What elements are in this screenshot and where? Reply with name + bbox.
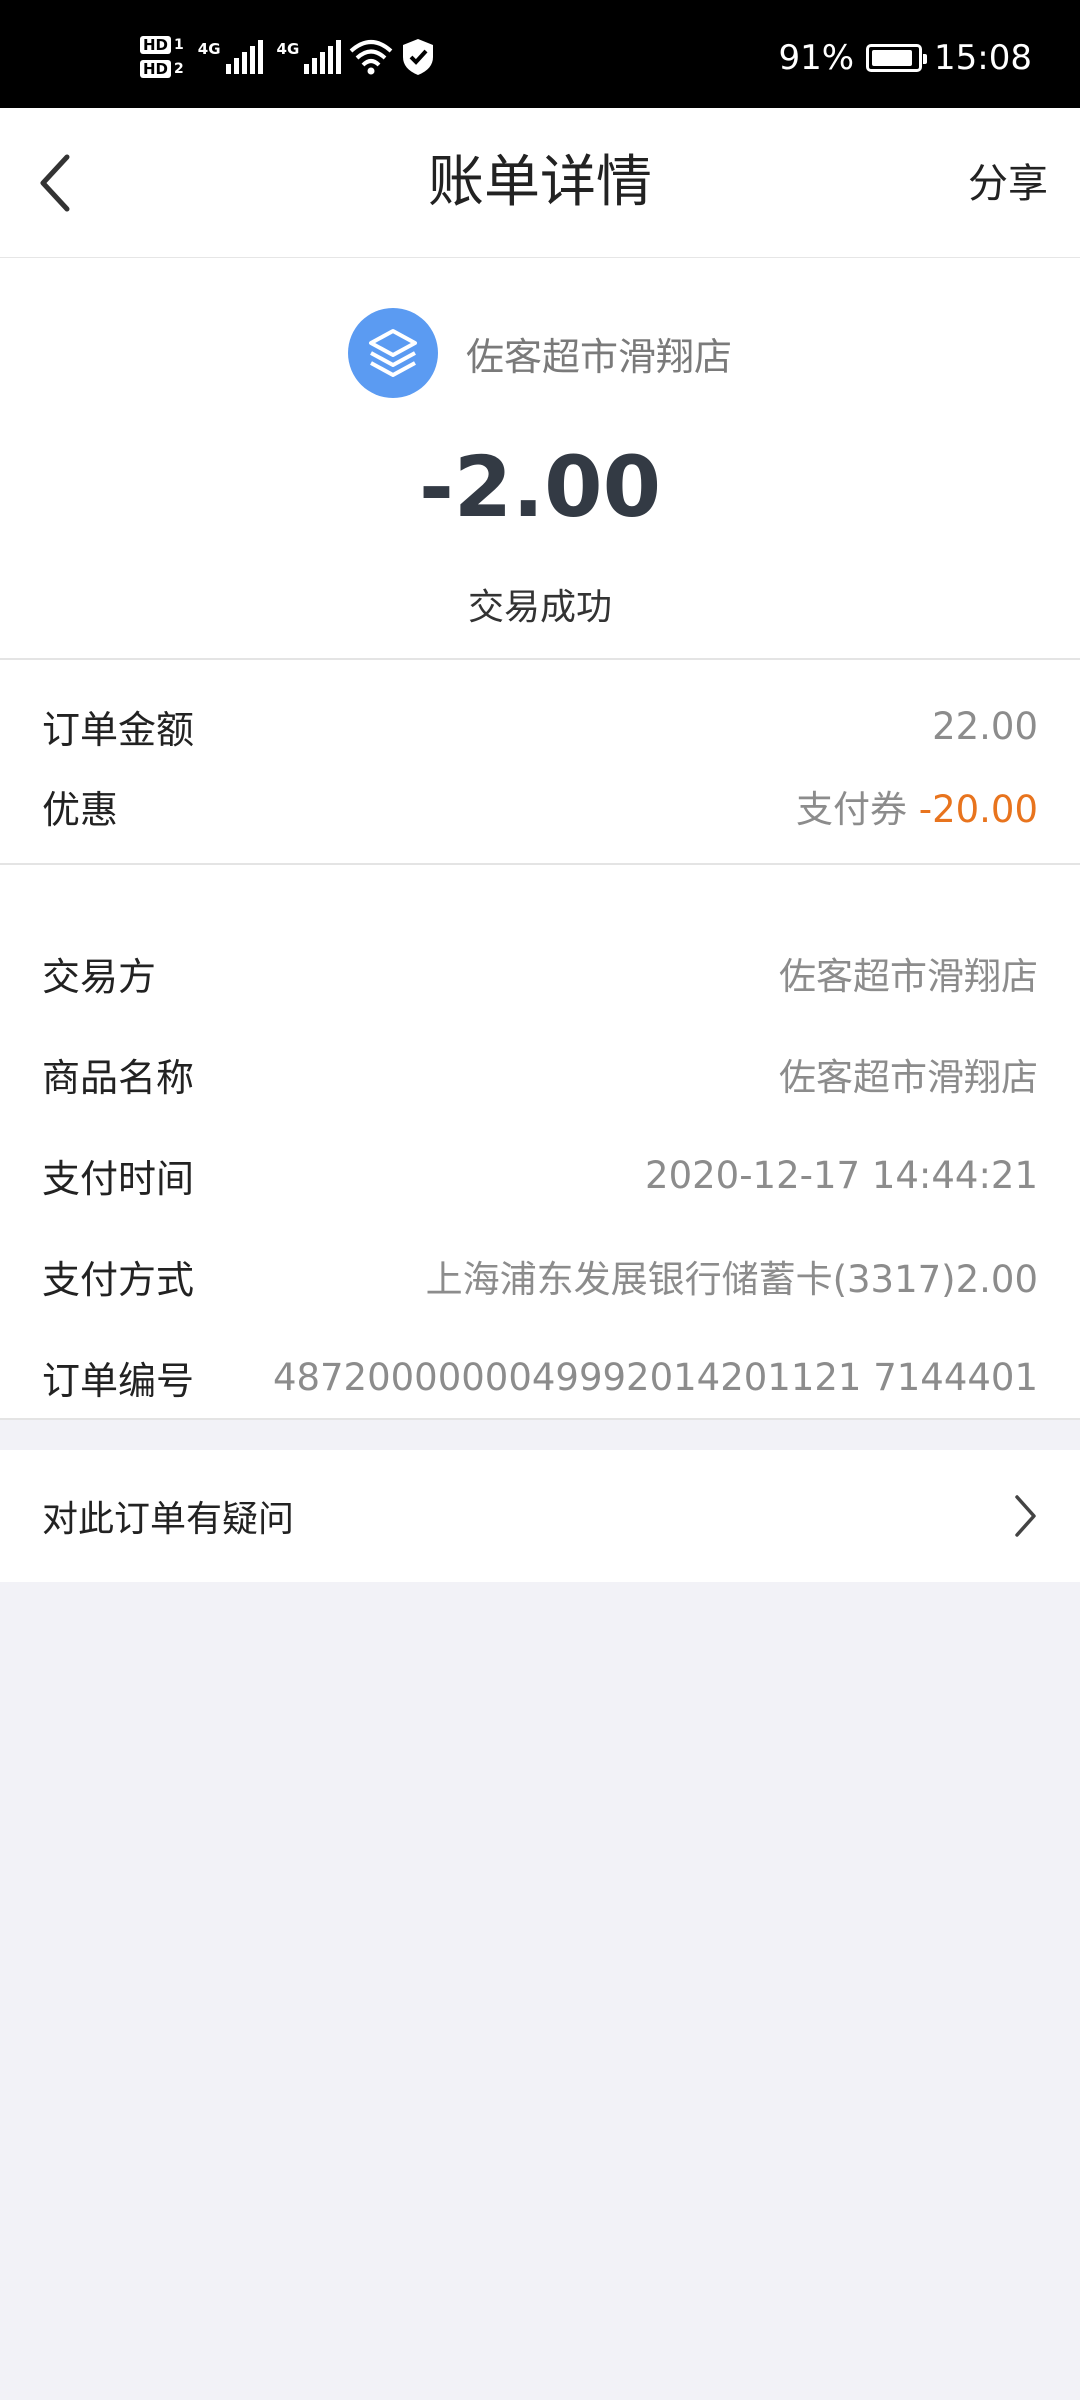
nav-bar: 账单详情 分享 — [0, 108, 1080, 258]
detail-value: 支付券 -20.00 — [796, 779, 1038, 833]
detail-value: 佐客超市滑翔店 — [779, 955, 1038, 998]
merchant-name: 佐客超市滑翔店 — [465, 334, 732, 379]
battery-percent: 91% — [778, 38, 855, 78]
status-bar: HD 1 HD 2 4G 4G 91% 15:08 — [0, 0, 1080, 108]
chevron-right-icon — [1015, 1495, 1036, 1537]
detail-label: 支付方式 — [42, 1257, 195, 1302]
detail-row-order-amount: 订单金额 22.00 — [42, 696, 1038, 756]
detail-value: 2020-12-17 14:44:21 — [645, 1153, 1038, 1197]
detail-row-product-name: 商品名称 佐客超市滑翔店 — [42, 1044, 1038, 1104]
hd-badge-1: HD — [140, 36, 172, 54]
shield-icon — [403, 39, 434, 75]
detail-label: 优惠 — [42, 787, 119, 832]
detail-row-payment-method: 支付方式 上海浦东发展银行储蓄卡(3317)2.00 — [42, 1246, 1038, 1306]
order-question-label: 对此订单有疑问 — [42, 1499, 295, 1540]
detail-label: 商品名称 — [42, 1055, 195, 1100]
detail-value: 22.00 — [932, 704, 1038, 748]
order-question-row[interactable]: 对此订单有疑问 — [0, 1450, 1080, 1582]
detail-row-counterparty: 交易方 佐客超市滑翔店 — [42, 943, 1038, 1003]
detail-label: 交易方 — [42, 954, 157, 999]
details-section: 交易方 佐客超市滑翔店 商品名称 佐客超市滑翔店 支付时间 2020-12-17… — [0, 865, 1080, 1420]
detail-label: 订单金额 — [42, 707, 195, 752]
detail-label: 支付时间 — [42, 1156, 195, 1201]
detail-row-payment-time: 支付时间 2020-12-17 14:44:21 — [42, 1145, 1038, 1205]
share-button[interactable]: 分享 — [968, 156, 1048, 212]
wifi-icon — [349, 40, 393, 75]
transaction-amount: -2.00 — [418, 438, 662, 536]
signal-1-icon: 4G — [198, 40, 263, 74]
merchant-header: 佐客超市滑翔店 — [0, 308, 1080, 398]
page-title: 账单详情 — [428, 150, 652, 215]
detail-value: 4872000000049992014201121 7144401 — [272, 1355, 1038, 1399]
battery-icon — [866, 44, 928, 72]
clock: 15:08 — [934, 38, 1032, 78]
detail-value: 上海浦东发展银行储蓄卡(3317)2.00 — [425, 1258, 1038, 1301]
detail-row-order-number: 订单编号 4872000000049992014201121 7144401 — [42, 1347, 1038, 1407]
merchant-logo — [347, 308, 438, 398]
coupon-label: 支付券 — [795, 788, 919, 831]
transaction-status: 交易成功 — [467, 587, 612, 628]
detail-label: 订单编号 — [42, 1358, 195, 1403]
layers-icon — [368, 329, 417, 377]
pricing-section: 订单金额 22.00 优惠 支付券 -20.00 — [0, 660, 1080, 865]
discount-amount: -20.00 — [918, 788, 1038, 831]
signal-2-icon: 4G — [277, 40, 342, 74]
detail-value: 佐客超市滑翔店 — [779, 1056, 1038, 1099]
transaction-summary: 佐客超市滑翔店 -2.00 交易成功 — [0, 258, 1080, 660]
hd-badge-2: HD — [140, 60, 172, 78]
sim-indicators: HD 1 HD 2 — [140, 36, 184, 78]
detail-row-discount: 优惠 支付券 -20.00 — [42, 776, 1038, 836]
status-bar-left: HD 1 HD 2 4G 4G — [140, 32, 435, 82]
status-bar-right: 91% 15:08 — [778, 38, 1032, 78]
